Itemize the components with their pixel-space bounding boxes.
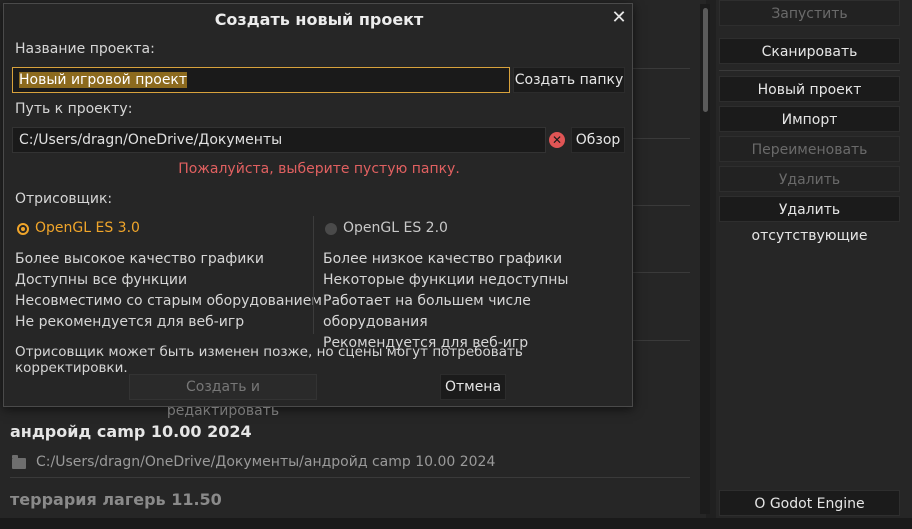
about-button[interactable]: О Godot Engine xyxy=(719,490,900,516)
project-path-text: C:/Users/dragn/OneDrive/Документы/андрой… xyxy=(36,454,496,470)
radio-opengl2[interactable] xyxy=(325,223,337,235)
list-separator xyxy=(10,477,690,478)
feature-item: Доступны все функции xyxy=(15,272,188,288)
delete-missing-button[interactable]: Удалить отсутствующие xyxy=(719,196,900,244)
project-title: террария лагерь 11.50 xyxy=(10,490,222,509)
project-path-input[interactable]: C:/Users/dragn/OneDrive/Документы xyxy=(12,127,546,153)
feature-item: Несовместимо со старым оборудованием xyxy=(15,293,322,309)
feature-item: Работает на большем числе оборудования xyxy=(323,293,531,330)
renderer-divider xyxy=(313,216,314,334)
new-project-button[interactable]: Новый проект xyxy=(719,76,900,102)
close-icon[interactable]: ✕ xyxy=(609,7,629,29)
project-name-value: Новый игровой проект xyxy=(19,72,188,88)
status-bar xyxy=(0,518,912,529)
create-edit-button[interactable]: Создать и редактировать xyxy=(129,374,317,419)
renderer-option-label[interactable]: OpenGL ES 3.0 xyxy=(35,220,140,236)
renderer-label: Отрисовщик: xyxy=(15,191,113,207)
browse-button[interactable]: Обзор xyxy=(571,127,625,153)
error-message: Пожалуйста, выберите пустую папку. xyxy=(178,161,460,177)
renderer-features-list: Более высокое качество графики Доступны … xyxy=(15,249,322,333)
project-item[interactable]: андройд camp 10.00 2024 C:/Users/dragn/O… xyxy=(2,408,698,478)
project-name-label: Название проекта: xyxy=(15,41,155,57)
project-path: C:/Users/dragn/OneDrive/Документы/андрой… xyxy=(12,454,495,470)
create-folder-button[interactable]: Создать папку xyxy=(513,67,625,93)
panel-separator xyxy=(719,70,900,71)
run-button[interactable]: Запустить xyxy=(719,0,900,26)
clear-path-icon[interactable]: ✕ xyxy=(549,132,565,148)
feature-item: Более высокое качество графики xyxy=(15,251,264,267)
renderer-features-list: Более низкое качество графики Некоторые … xyxy=(323,249,632,354)
rename-button[interactable]: Переименовать xyxy=(719,136,900,162)
feature-item: Некоторые функции недоступны xyxy=(323,272,569,288)
scan-button[interactable]: Сканировать xyxy=(719,38,900,64)
delete-button[interactable]: Удалить xyxy=(719,166,900,192)
renderer-note: Отрисовщик может быть изменен позже, но … xyxy=(15,344,523,376)
project-name-input[interactable]: Новый игровой проект xyxy=(12,67,510,93)
dialog-title: Создать новый проект xyxy=(214,10,424,29)
project-item[interactable]: террария лагерь 11.50 xyxy=(2,480,698,516)
project-title: андройд camp 10.00 2024 xyxy=(10,422,252,441)
new-project-dialog: Создать новый проект ✕ Название проекта:… xyxy=(3,3,633,419)
scrollbar-thumb[interactable] xyxy=(703,8,708,112)
cancel-button[interactable]: Отмена xyxy=(440,374,506,400)
project-path-label: Путь к проекту: xyxy=(15,101,133,117)
radio-opengl3[interactable] xyxy=(17,223,29,235)
feature-item: Более низкое качество графики xyxy=(323,251,563,267)
import-button[interactable]: Импорт xyxy=(719,106,900,132)
feature-item: Не рекомендуется для веб-игр xyxy=(15,314,245,330)
renderer-option-label[interactable]: OpenGL ES 2.0 xyxy=(343,220,448,236)
folder-icon xyxy=(12,454,26,469)
